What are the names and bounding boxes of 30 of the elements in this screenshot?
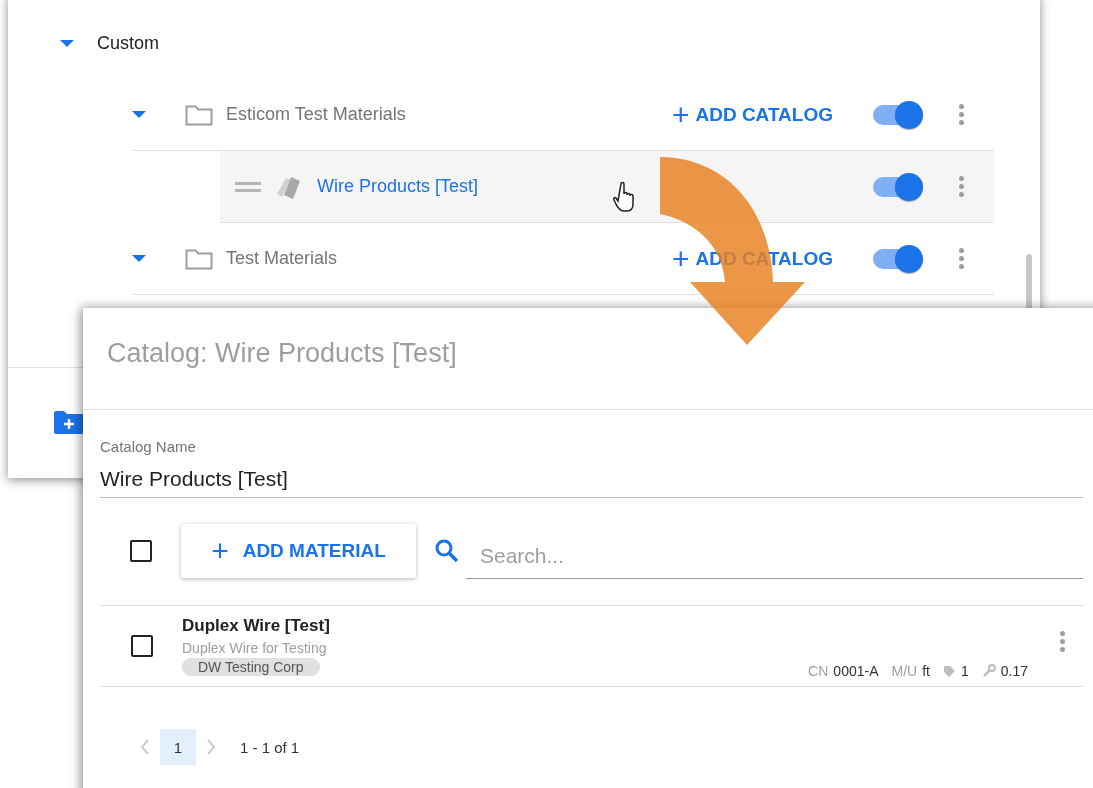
page-button[interactable]: 1 bbox=[160, 729, 196, 765]
folder-icon bbox=[185, 247, 213, 270]
add-catalog-button[interactable]: + ADD CATALOG bbox=[671, 99, 833, 130]
drag-handle-icon[interactable] bbox=[235, 181, 261, 192]
caret-icon[interactable] bbox=[132, 111, 146, 118]
material-description: Duplex Wire for Testing bbox=[182, 640, 327, 656]
caret-icon[interactable] bbox=[132, 255, 146, 262]
select-all-checkbox[interactable] bbox=[130, 540, 152, 562]
folder-label: Esticom Test Materials bbox=[226, 104, 407, 125]
catalog-name-field[interactable]: Catalog Name Wire Products [Test] bbox=[100, 438, 1083, 498]
meta-value: 0.17 bbox=[1000, 663, 1028, 679]
caret-icon[interactable] bbox=[60, 40, 74, 47]
meta-value: 0001-A bbox=[833, 663, 879, 679]
page-range: 1 - 1 of 1 bbox=[240, 738, 300, 756]
meta-value: ft bbox=[922, 663, 930, 679]
tag-icon bbox=[942, 664, 956, 678]
meta-label: CN bbox=[808, 663, 829, 679]
folder-icon bbox=[185, 103, 213, 126]
add-folder-icon[interactable] bbox=[54, 410, 84, 434]
category-label: Custom bbox=[97, 33, 159, 54]
meta-label: M/U bbox=[891, 663, 918, 679]
add-material-button[interactable]: + ADD MATERIAL bbox=[181, 524, 416, 578]
folder-label: Test Materials bbox=[226, 248, 339, 269]
material-name: Duplex Wire [Test] bbox=[182, 616, 330, 636]
dialog-title: Catalog: Wire Products [Test] bbox=[83, 308, 1093, 410]
vendor-chip: DW Testing Corp bbox=[182, 658, 320, 676]
wrench-icon bbox=[981, 664, 996, 678]
row-checkbox[interactable] bbox=[131, 635, 153, 657]
meta-value: 1 bbox=[960, 663, 969, 679]
search-icon bbox=[434, 538, 460, 564]
